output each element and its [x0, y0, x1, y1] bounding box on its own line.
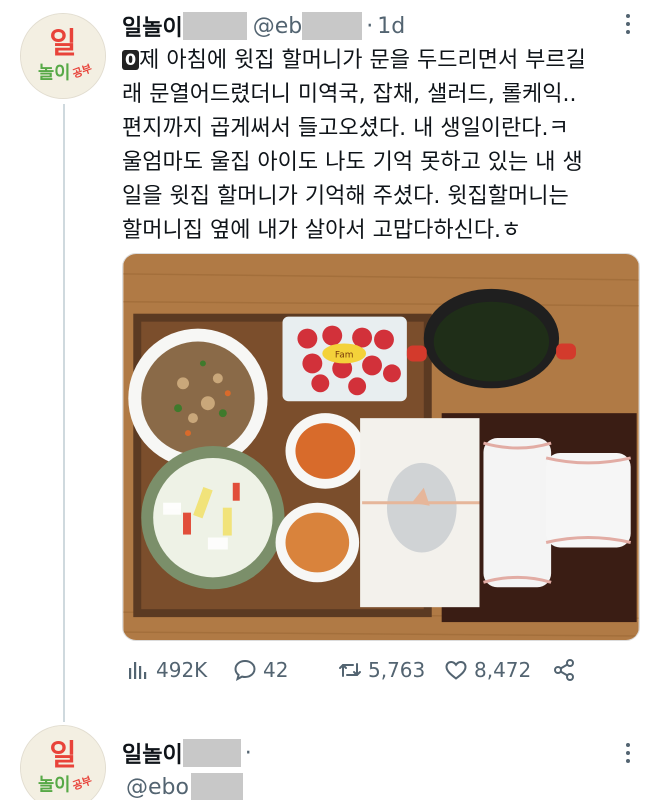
redacted-handle-block — [302, 12, 363, 40]
redacted-handle-block — [190, 773, 243, 800]
tweet-text-line: 편지까지 곱게써서 들고오셨다. 내 생일이란다.ㅋ — [122, 116, 569, 141]
reply-button[interactable]: 42 — [233, 658, 288, 682]
separator-dot: · — [366, 13, 374, 39]
like-button[interactable]: 8,472 — [444, 658, 531, 682]
tweet-text-line: 울엄마도 울집 아이도 나도 기억 못하고 있는 내 생 — [122, 150, 583, 175]
svg-text:일: 일 — [50, 26, 77, 60]
speech-bubble-icon — [234, 659, 256, 681]
retweet-count: 5,763 — [368, 658, 426, 682]
svg-text:일: 일 — [50, 738, 77, 772]
like-count: 8,472 — [474, 658, 532, 682]
avatar-logo-image: 일 놀이 공부 — [21, 14, 105, 98]
retweet-button[interactable]: 5,763 — [338, 658, 425, 682]
retweet-icon — [339, 663, 361, 677]
tweet-text: 0제 아침에 윗집 할머니가 문을 두드리면서 부르길 래 문열어드렸더니 미역… — [122, 44, 642, 248]
more-dots-icon[interactable] — [618, 10, 638, 38]
author-name[interactable]: 일놀이 — [122, 10, 183, 42]
author-handle[interactable]: @ebo — [126, 775, 189, 800]
tweet-actions-bar: 492K 42 5,763 8,472 — [126, 658, 596, 690]
separator-dot: · — [244, 740, 252, 766]
tweet-text-line: 래 문열어드렸더니 미역국, 잡채, 샐러드, 롤케익.. — [122, 82, 577, 107]
tweet-text-line: 0제 아침에 윗집 할머니가 문을 두드리면서 부르길 — [122, 44, 642, 78]
tweet-photo[interactable]: Fam — [122, 253, 640, 641]
reply-tweet-header: 일놀이 · — [122, 737, 256, 769]
avatar[interactable]: 일 놀이 공부 — [20, 13, 106, 99]
share-button[interactable] — [552, 658, 576, 682]
views-button[interactable]: 492K — [126, 658, 207, 682]
avatar-logo-image: 일 놀이 공부 — [21, 726, 105, 800]
svg-text:놀이: 놀이 — [38, 775, 70, 795]
avatar[interactable]: 일 놀이 공부 — [20, 725, 106, 800]
views-count: 492K — [156, 658, 208, 682]
author-handle[interactable]: @eb — [253, 14, 303, 39]
thread-connector-line — [63, 104, 65, 722]
more-dots-icon[interactable] — [618, 739, 638, 767]
bar-chart-icon — [129, 662, 147, 679]
reply-count: 42 — [263, 658, 289, 682]
tweet-timestamp[interactable]: 1d — [377, 14, 405, 39]
heart-icon — [445, 660, 467, 680]
tweet-text-line: 할머니집 옆에 내가 살아서 고맙다하신다.ㅎ — [122, 218, 522, 243]
redacted-name-block — [182, 739, 241, 767]
zero-keycap-emoji: 0 — [122, 50, 140, 70]
svg-text:놀이: 놀이 — [38, 63, 70, 83]
share-icon — [554, 659, 574, 681]
tweet-text-line-content: 제 아침에 윗집 할머니가 문을 두드리면서 부르길 — [139, 48, 586, 73]
svg-text:Fam: Fam — [335, 350, 354, 360]
food-tray-photo: Fam — [123, 254, 639, 640]
tweet-text-line: 일을 윗집 할머니가 기억해 주셨다. 윗집할머니는 — [122, 184, 569, 209]
reply-author-handle-row: @ebo — [126, 773, 243, 800]
tweet-header: 일놀이 @eb · 1d — [122, 10, 405, 42]
author-name[interactable]: 일놀이 — [122, 737, 183, 769]
redacted-name-block — [182, 12, 247, 40]
